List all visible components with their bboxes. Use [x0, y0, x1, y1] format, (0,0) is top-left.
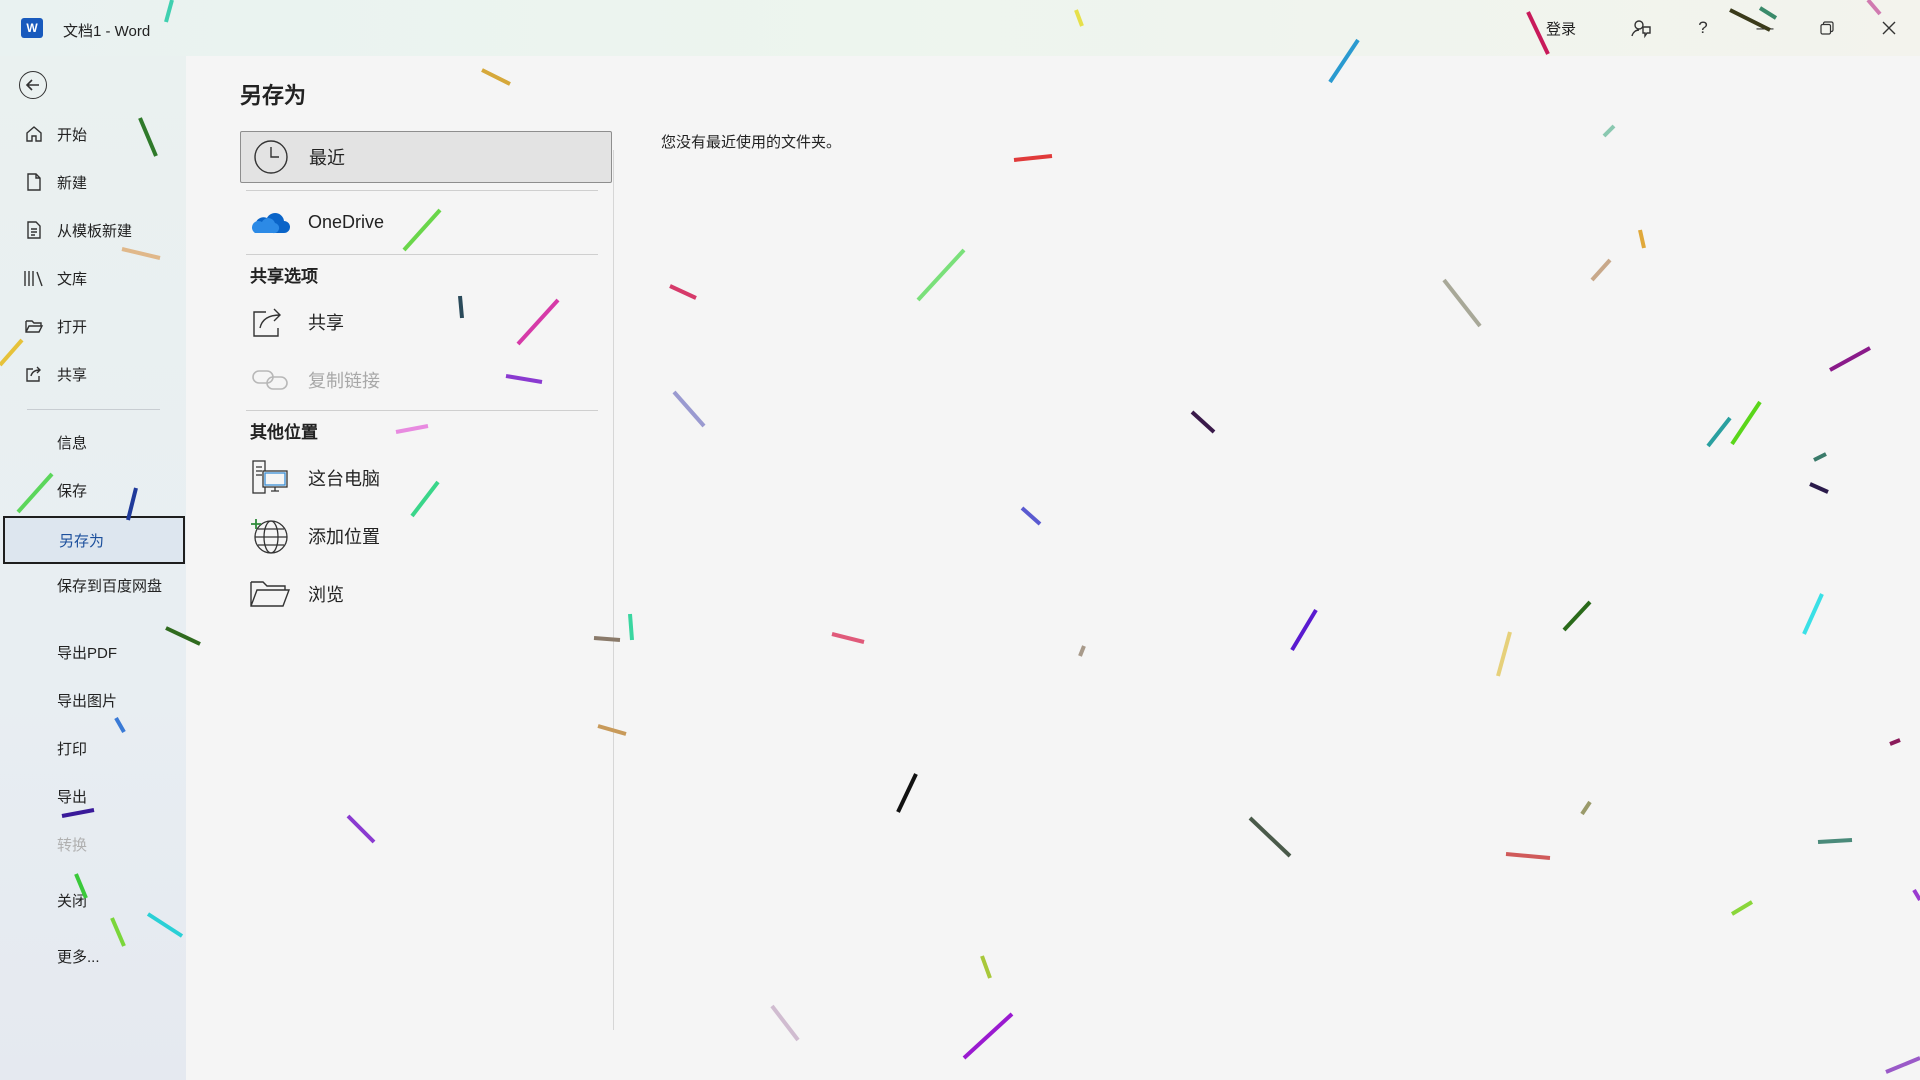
- feedback-button[interactable]: [1610, 0, 1672, 56]
- location-onedrive[interactable]: OneDrive: [240, 196, 612, 248]
- nav-item-export-image[interactable]: 导出图片: [0, 680, 186, 720]
- minimize-icon: —: [1756, 18, 1774, 37]
- sharing-options-header: 共享选项: [250, 267, 318, 286]
- folder-icon: [248, 574, 292, 614]
- nav-item-open[interactable]: 打开: [0, 306, 186, 346]
- restore-icon: [1820, 21, 1834, 35]
- nav-item-share[interactable]: 共享: [0, 354, 186, 394]
- nav-item-library[interactable]: 文库: [0, 258, 186, 298]
- location-recent[interactable]: 最近: [240, 131, 612, 183]
- nav-item-label: 共享: [57, 366, 88, 384]
- nav-item-label: 打开: [57, 318, 88, 336]
- location-label: 浏览: [308, 585, 344, 605]
- nav-item-convert: 转换: [0, 824, 186, 864]
- nav-item-label: 从模板新建: [57, 222, 133, 240]
- nav-item-save[interactable]: 保存: [0, 470, 186, 510]
- location-add-place[interactable]: 添加位置: [240, 510, 612, 562]
- folder-open-icon: [23, 315, 45, 337]
- restore-button[interactable]: [1796, 0, 1858, 56]
- globe-add-icon: [248, 516, 292, 556]
- location-browse[interactable]: 浏览: [240, 568, 612, 620]
- word-logo-icon: W: [21, 18, 43, 38]
- back-arrow-icon: [25, 79, 39, 91]
- location-label: 最近: [309, 148, 345, 168]
- location-label: OneDrive: [308, 211, 385, 232]
- close-icon: [1882, 21, 1896, 35]
- library-icon: [23, 267, 45, 289]
- location-share[interactable]: 共享: [240, 296, 612, 348]
- clock-icon: [249, 137, 293, 177]
- minimize-button[interactable]: —: [1734, 0, 1796, 56]
- title-bar: W 文档1 - Word 登录 ? —: [0, 0, 1920, 56]
- location-label: 共享: [308, 313, 344, 333]
- sign-in-link[interactable]: 登录: [1546, 18, 1576, 39]
- computer-icon: [248, 458, 292, 498]
- window-title: 文档1 - Word: [63, 23, 151, 40]
- other-locations-header: 其他位置: [250, 423, 318, 442]
- location-copy-link: 复制链接: [240, 354, 612, 406]
- new-document-icon: [23, 171, 45, 193]
- onedrive-cloud-icon: [248, 202, 292, 242]
- nav-item-label: 关闭: [57, 892, 88, 910]
- nav-item-label: 文库: [57, 270, 88, 288]
- help-button[interactable]: ?: [1672, 0, 1734, 56]
- help-icon: ?: [1698, 18, 1708, 37]
- back-button[interactable]: [19, 71, 47, 99]
- nav-item-label: 另存为: [59, 532, 105, 550]
- title-bar-controls: 登录 ? —: [1546, 0, 1920, 56]
- template-icon: [23, 219, 45, 241]
- nav-item-label: 信息: [57, 434, 88, 452]
- location-label: 这台电脑: [308, 469, 380, 489]
- nav-item-print[interactable]: 打印: [0, 728, 186, 768]
- location-divider: [246, 410, 598, 411]
- no-recent-folders-message: 您没有最近使用的文件夹。: [661, 134, 842, 151]
- share-icon: [248, 302, 292, 342]
- nav-item-label: 导出PDF: [57, 644, 118, 662]
- nav-item-export-pdf[interactable]: 导出PDF: [0, 632, 186, 672]
- nav-item-label: 开始: [57, 126, 88, 144]
- location-this-pc[interactable]: 这台电脑: [240, 452, 612, 504]
- page-title: 另存为: [240, 83, 307, 108]
- nav-item-more[interactable]: 更多...: [0, 936, 186, 976]
- nav-item-info[interactable]: 信息: [0, 422, 186, 462]
- link-icon: [248, 360, 292, 400]
- location-label: 添加位置: [308, 527, 380, 547]
- home-icon: [23, 123, 45, 145]
- nav-item-new-from-template[interactable]: 从模板新建: [0, 210, 186, 250]
- nav-item-save-to-baidu[interactable]: 保存到百度网盘: [0, 570, 186, 622]
- nav-divider: [27, 409, 160, 410]
- location-label: 复制链接: [308, 371, 380, 391]
- column-divider: [613, 150, 614, 1030]
- backstage-nav: 开始 新建 从模板新建 文库 打开 共享 信息 保存 另存为 保存到百度网盘 导…: [0, 56, 186, 1080]
- nav-item-export[interactable]: 导出: [0, 776, 186, 816]
- nav-item-label: 新建: [57, 174, 88, 192]
- nav-item-home[interactable]: 开始: [0, 114, 186, 154]
- feedback-icon: [1631, 20, 1651, 39]
- location-divider: [246, 190, 598, 191]
- nav-item-new[interactable]: 新建: [0, 162, 186, 202]
- nav-item-label: 保存: [57, 482, 88, 500]
- close-button[interactable]: [1858, 0, 1920, 56]
- share-icon: [23, 363, 45, 385]
- nav-item-label: 保存到百度网盘: [57, 578, 163, 595]
- nav-item-label: 打印: [57, 740, 88, 758]
- nav-item-label: 导出图片: [57, 692, 118, 710]
- nav-item-label: 转换: [57, 836, 88, 854]
- nav-item-save-as[interactable]: 另存为: [3, 516, 185, 564]
- nav-item-label: 导出: [57, 788, 88, 806]
- word-backstage: W 文档1 - Word 登录 ? — 开始 新建 从模板新建 文库 打开 共享…: [0, 0, 1920, 1080]
- nav-item-label: 更多...: [57, 948, 100, 966]
- location-divider: [246, 254, 598, 255]
- nav-item-close[interactable]: 关闭: [0, 880, 186, 920]
